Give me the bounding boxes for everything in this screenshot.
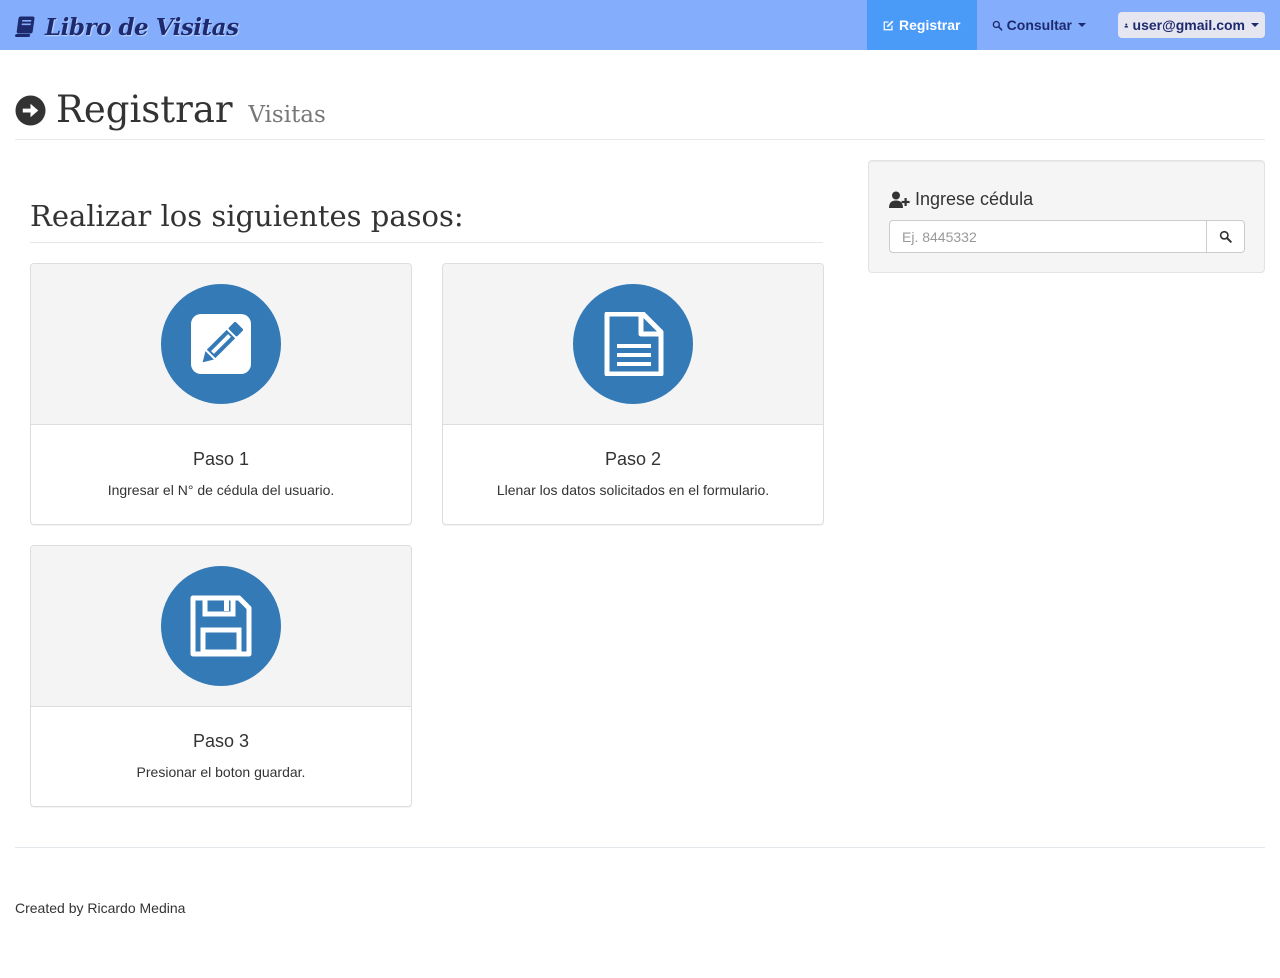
- book-icon: [15, 16, 35, 37]
- step-card-image: [31, 546, 411, 707]
- step-card-body: Paso 3 Presionar el boton guardar.: [31, 707, 411, 782]
- chevron-down-icon: [1078, 23, 1086, 27]
- pencil-square-icon: [191, 314, 251, 374]
- brand-label: Libro de Visitas: [45, 13, 239, 41]
- navbar: Libro de Visitas Registrar Consultar use…: [0, 0, 1280, 50]
- step-card-image: [443, 264, 823, 425]
- step-title: Paso 1: [192, 449, 250, 469]
- page-title-text: Registrar: [56, 88, 233, 131]
- cedula-search-panel: Ingrese cédula: [868, 160, 1265, 273]
- step-card-1: Paso 1 Ingresar el N° de cédula del usua…: [30, 263, 412, 525]
- user-menu-dropdown[interactable]: user@gmail.com: [1118, 12, 1265, 38]
- page-header: Registrar Visitas: [15, 88, 1265, 140]
- nav-registrar[interactable]: Registrar: [867, 0, 977, 50]
- cedula-label: Ingrese cédula: [889, 189, 1033, 210]
- step-card-body: Paso 2 Llenar los datos solicitados en e…: [443, 425, 823, 500]
- file-text-icon: [604, 312, 664, 376]
- step-icon-circle: [161, 284, 281, 404]
- page-subtitle: Visitas: [248, 102, 326, 128]
- step-title: Paso 3: [192, 731, 250, 751]
- nav-consultar-dropdown[interactable]: Consultar: [977, 0, 1101, 50]
- footer-credit: Created by Ricardo Medina: [15, 900, 186, 916]
- chevron-down-icon: [1251, 23, 1259, 27]
- search-icon: [992, 20, 1003, 31]
- cedula-label-text: Ingrese cédula: [915, 189, 1034, 209]
- step-card-image: [31, 264, 411, 425]
- floppy-disk-icon: [190, 595, 252, 657]
- step-card-body: Paso 1 Ingresar el N° de cédula del usua…: [31, 425, 411, 500]
- cedula-input[interactable]: [889, 220, 1207, 253]
- nav-consultar-label: Consultar: [1006, 17, 1072, 33]
- step-card-2: Paso 2 Llenar los datos solicitados en e…: [442, 263, 824, 525]
- step-icon-circle: [161, 566, 281, 686]
- step-card-3: Paso 3 Presionar el boton guardar.: [30, 545, 412, 807]
- step-description: Llenar los datos solicitados en el formu…: [496, 482, 770, 498]
- step-description: Ingresar el N° de cédula del usuario.: [107, 482, 335, 498]
- step-title: Paso 2: [604, 449, 662, 469]
- step-icon-circle: [573, 284, 693, 404]
- user-icon: [1124, 23, 1129, 27]
- search-icon: [1219, 230, 1232, 243]
- search-button[interactable]: [1206, 220, 1245, 253]
- brand-link[interactable]: Libro de Visitas: [15, 12, 239, 42]
- nav-registrar-label: Registrar: [899, 17, 961, 33]
- footer-divider: [15, 847, 1265, 848]
- user-email: user@gmail.com: [1132, 17, 1245, 33]
- page-title: Registrar Visitas: [56, 88, 326, 137]
- arrow-circle-right-icon: [15, 95, 46, 126]
- steps-heading: Realizar los siguientes pasos:: [30, 196, 823, 243]
- user-plus-icon: [889, 191, 910, 208]
- edit-icon: [883, 20, 894, 30]
- step-description: Presionar el boton guardar.: [136, 764, 306, 780]
